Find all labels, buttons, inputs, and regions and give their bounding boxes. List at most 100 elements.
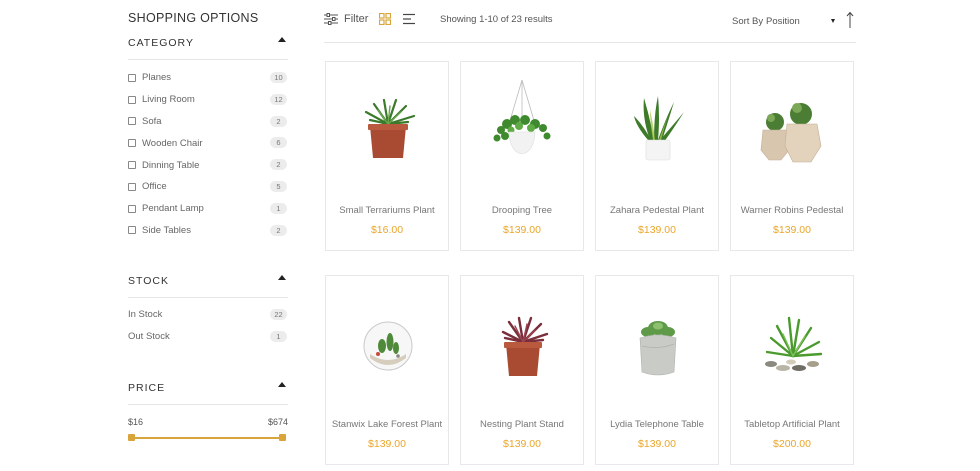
price-range-values: $16 $674 (128, 417, 288, 429)
product-image-drooping-tree[interactable] (461, 62, 583, 200)
category-option-pendant-lamp[interactable]: Pendant Lamp 1 (128, 198, 288, 220)
product-card[interactable]: Tabletop Artificial Plant $200.00 (730, 275, 854, 465)
product-name[interactable]: Drooping Tree (461, 205, 583, 216)
category-option-wooden-chair[interactable]: Wooden Chair 6 (128, 132, 288, 154)
option-label: In Stock (128, 309, 163, 321)
checkbox[interactable] (128, 139, 136, 148)
product-price: $139.00 (503, 224, 541, 236)
category-header[interactable]: CATEGORY (128, 36, 288, 60)
results-count: Showing 1-10 of 23 results (440, 14, 553, 25)
price-collapse-icon[interactable] (278, 382, 286, 387)
sort-by-label: Sort By (732, 16, 764, 27)
product-card[interactable]: Small Terrariums Plant $16.00 (325, 61, 449, 251)
option-label: Pendant Lamp (142, 203, 204, 215)
stock-collapse-icon[interactable] (278, 275, 286, 280)
category-list: Planes 10 Living Room 12 Sofa 2 Wooden C… (128, 67, 288, 241)
product-image-warner-robins-pedestal[interactable] (731, 62, 853, 200)
products-toolbar: Filter Showing 1-10 of 23 results Sort B… (324, 0, 856, 43)
sort-direction-arrow-icon[interactable] (845, 11, 855, 29)
option-count: 5 (270, 180, 287, 192)
category-option-side-tables[interactable]: Side Tables 2 (128, 220, 288, 242)
price-header[interactable]: PRICE (128, 381, 288, 405)
product-price: $200.00 (773, 438, 811, 450)
product-name[interactable]: Lydia Telephone Table (596, 419, 718, 430)
option-count: 2 (270, 159, 287, 171)
category-option-living-room[interactable]: Living Room 12 (128, 89, 288, 111)
checkbox[interactable] (128, 182, 136, 191)
product-price: $139.00 (368, 438, 406, 450)
product-card[interactable]: Nesting Plant Stand $139.00 (460, 275, 584, 465)
option-count: 6 (270, 137, 287, 149)
product-name[interactable]: Zahara Pedestal Plant (596, 205, 718, 216)
option-label: Wooden Chair (142, 137, 203, 149)
option-count: 2 (270, 224, 287, 236)
product-image-small-terrariums-plant[interactable] (326, 62, 448, 200)
product-card[interactable]: Warner Robins Pedestal $139.00 (730, 61, 854, 251)
product-price: $16.00 (370, 224, 404, 236)
checkbox[interactable] (128, 226, 136, 235)
stock-label: STOCK (128, 275, 169, 287)
shopping-options-title: SHOPPING OPTIONS (128, 11, 259, 25)
category-option-dinning-table[interactable]: Dinning Table 2 (128, 154, 288, 176)
product-card[interactable]: Stanwix Lake Forest Plant $139.00 (325, 275, 449, 465)
product-image-tabletop-artificial-plant[interactable] (731, 276, 853, 414)
stock-header[interactable]: STOCK (128, 274, 288, 298)
category-option-sofa[interactable]: Sofa 2 (128, 111, 288, 133)
product-name[interactable]: Tabletop Artificial Plant (731, 419, 853, 430)
stock-list: In Stock 22 Out Stock 1 (128, 304, 288, 348)
option-label: Dinning Table (142, 159, 200, 171)
price-min: $16 (128, 417, 144, 427)
product-image-lydia-telephone-table[interactable] (596, 276, 718, 414)
list-view-icon[interactable] (403, 13, 415, 25)
dropdown-arrow-icon (831, 19, 835, 23)
category-collapse-icon[interactable] (278, 37, 286, 42)
product-price: $139.00 (773, 224, 811, 236)
option-count: 2 (270, 115, 287, 127)
sort-selected-value: Position (766, 16, 800, 27)
product-card[interactable]: Drooping Tree $139.00 (460, 61, 584, 251)
option-label: Planes (142, 72, 172, 84)
category-label: CATEGORY (128, 37, 194, 49)
product-price: $139.00 (638, 438, 676, 450)
option-label: Out Stock (128, 331, 170, 343)
checkbox[interactable] (128, 161, 136, 170)
product-image-stanwix-lake-forest-plant[interactable] (326, 276, 448, 414)
price-slider[interactable] (128, 434, 286, 442)
product-card[interactable]: Zahara Pedestal Plant $139.00 (595, 61, 719, 251)
product-price: $139.00 (503, 438, 541, 450)
category-option-planes[interactable]: Planes 10 (128, 67, 288, 89)
product-name[interactable]: Nesting Plant Stand (461, 419, 583, 430)
stock-option-out-stock[interactable]: Out Stock 1 (128, 326, 288, 348)
product-name[interactable]: Warner Robins Pedestal (731, 205, 853, 216)
option-label: Sofa (142, 115, 162, 127)
price-slider-min-handle[interactable] (128, 434, 135, 441)
filter-sliders-icon (324, 13, 338, 25)
checkbox[interactable] (128, 73, 136, 82)
grid-view-icon[interactable] (379, 13, 391, 25)
stock-option-in-stock[interactable]: In Stock 22 (128, 304, 288, 326)
price-slider-track (130, 437, 284, 439)
option-count: 12 (270, 93, 287, 105)
product-price: $139.00 (638, 224, 676, 236)
checkbox[interactable] (128, 117, 136, 126)
product-image-nesting-plant-stand[interactable] (461, 276, 583, 414)
product-name[interactable]: Stanwix Lake Forest Plant (326, 419, 448, 430)
price-slider-max-handle[interactable] (279, 434, 286, 441)
category-option-office[interactable]: Office 5 (128, 176, 288, 198)
price-label: PRICE (128, 382, 166, 394)
filter-label: Filter (344, 13, 369, 25)
product-image-zahara-pedestal-plant[interactable] (596, 62, 718, 200)
checkbox[interactable] (128, 204, 136, 213)
option-label: Living Room (142, 94, 195, 106)
option-count: 1 (270, 202, 287, 214)
option-count: 22 (270, 309, 287, 320)
filter-button[interactable]: Filter (324, 11, 368, 27)
product-name[interactable]: Small Terrariums Plant (326, 205, 448, 216)
product-card[interactable]: Lydia Telephone Table $139.00 (595, 275, 719, 465)
option-count: 10 (270, 72, 287, 83)
option-label: Side Tables (142, 224, 191, 236)
price-max: $674 (267, 417, 288, 427)
checkbox[interactable] (128, 95, 136, 104)
option-label: Office (142, 181, 167, 193)
sort-select[interactable]: Position (765, 14, 835, 28)
